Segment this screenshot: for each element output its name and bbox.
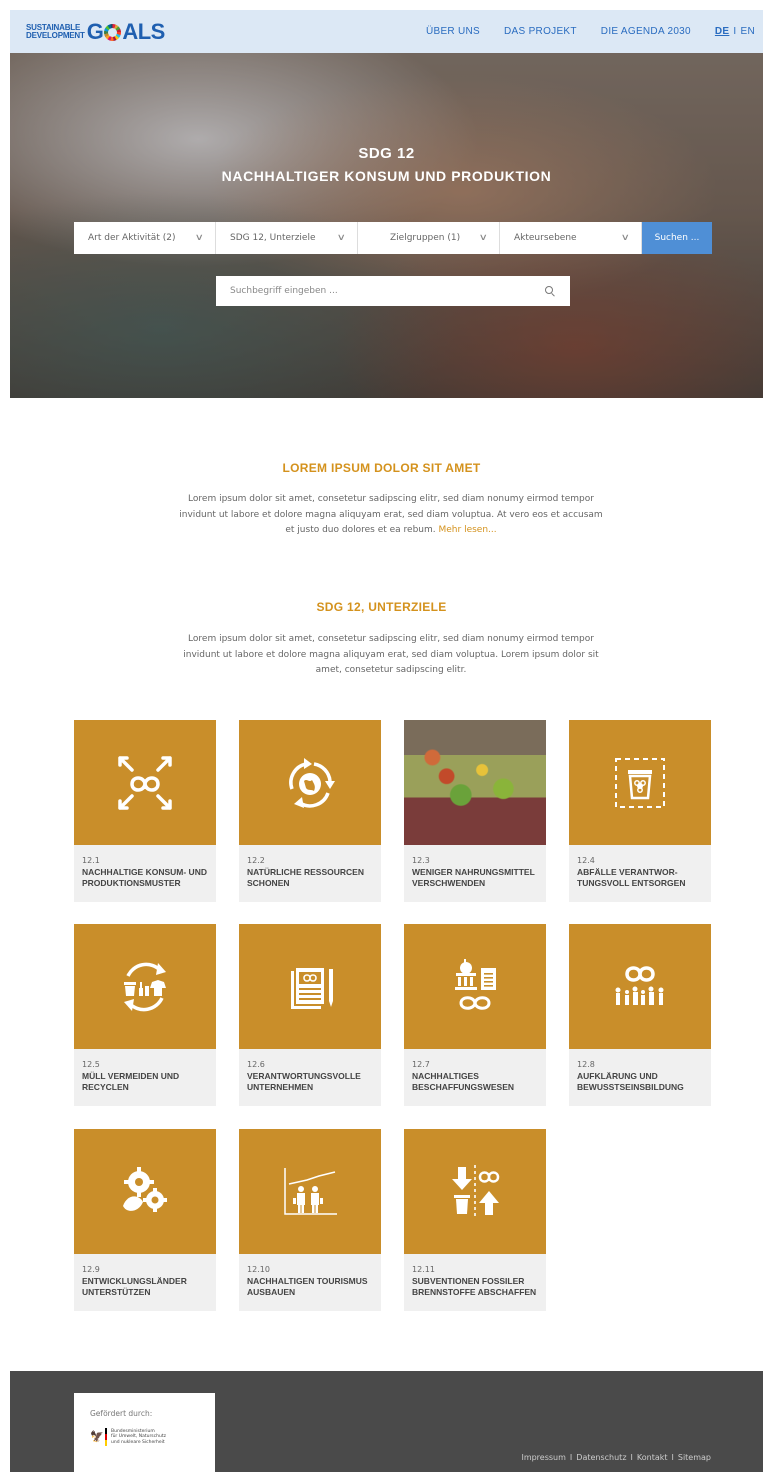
filter-actor-level[interactable]: Akteursebene ∨: [500, 222, 642, 254]
hazard-bin-icon: [569, 720, 711, 845]
datenschutz-link[interactable]: Datenschutz: [576, 1453, 626, 1462]
tourism-chart-icon: [239, 1129, 381, 1254]
chevron-down-icon: ∨: [195, 233, 205, 243]
target-card-12-4[interactable]: 12.4 ABFÄLLE VERANTWOR-TUNGSVOLL ENTSORG…: [569, 720, 711, 902]
sitemap-link[interactable]: Sitemap: [678, 1453, 711, 1462]
filter-activity-type[interactable]: Art der Aktivität (2) ∨: [74, 222, 216, 254]
nav-ueber-uns[interactable]: ÜBER UNS: [426, 26, 480, 37]
footer-links: Impressum I Datenschutz I Kontakt I Site…: [521, 1453, 711, 1462]
filter-sdg-targets[interactable]: SDG 12, Unterziele ∨: [216, 222, 358, 254]
globe-cycle-icon: [239, 720, 381, 845]
chevron-down-icon: ∨: [621, 233, 631, 243]
infinity-arrows-icon: [74, 720, 216, 845]
read-more-link[interactable]: Mehr lesen...: [439, 525, 497, 535]
nav-agenda-2030[interactable]: DIE AGENDA 2030: [601, 26, 691, 37]
intro-title: LOREM IPSUM DOLOR SIT AMET: [282, 461, 481, 475]
search-input[interactable]: [230, 286, 510, 296]
target-card-12-1[interactable]: 12.1 NACHHALTIGE KONSUM- UND PRODUKTIONS…: [74, 720, 216, 902]
intro-text: Lorem ipsum dolor sit amet, consetetur s…: [179, 494, 603, 535]
logo-wordmark-goals: G ALS: [86, 19, 166, 44]
public-procurement-icon: [404, 924, 546, 1049]
target-card-12-10[interactable]: 12.10 NACHHALTIGEN TOURISMUS AUSBAUEN: [239, 1129, 381, 1311]
targets-text: Lorem ipsum dolor sit amet, consetetur s…: [183, 634, 599, 675]
search-box: [216, 276, 570, 306]
filter-bar: Art der Aktivität (2) ∨ SDG 12, Unterziel…: [74, 222, 712, 254]
report-pen-icon: [239, 924, 381, 1049]
lang-de-link[interactable]: DE: [715, 26, 730, 37]
search-button[interactable]: Suchen ...: [642, 222, 712, 254]
german-flag-bar: [105, 1428, 107, 1446]
sdg-logo[interactable]: SUSTAINABLE DEVELOPMENT G ALS: [26, 19, 166, 44]
gears-leaf-icon: [74, 1129, 216, 1254]
chevron-down-icon: ∨: [479, 233, 489, 243]
target-card-12-9[interactable]: 12.9 ENTWICKLUNGSLÄNDER UNTERSTÜTZEN: [74, 1129, 216, 1311]
search-icon[interactable]: [545, 285, 556, 297]
logo-wordmark-small: SUSTAINABLE DEVELOPMENT: [26, 23, 85, 40]
site-footer: Gefördert durch: 🦅 Bundesministerium für…: [10, 1371, 763, 1472]
target-card-12-5[interactable]: 12.5 MÜLL VERMEIDEN UND RECYCLEN: [74, 924, 216, 1106]
sdg-wheel-icon: [104, 23, 122, 41]
food-waste-photo: [404, 720, 546, 845]
ministry-logo[interactable]: 🦅 Bundesministerium für Umwelt, Natursch…: [90, 1428, 215, 1446]
impressum-link[interactable]: Impressum: [521, 1453, 565, 1462]
target-card-12-3[interactable]: 12.3 WENIGER NAHRUNGSMITTEL VERSCHWENDEN: [404, 720, 546, 902]
footer-separator: I: [671, 1453, 674, 1462]
hero-subtitle: NACHHALTIGER KONSUM UND PRODUKTION: [221, 168, 552, 184]
site-header: SUSTAINABLE DEVELOPMENT G ALS ÜBER UNS D…: [10, 10, 763, 53]
hero-heading: SDG 12 NACHHALTIGER KONSUM UND PRODUKTIO…: [10, 145, 763, 184]
nav-das-projekt[interactable]: DAS PROJEKT: [504, 26, 577, 37]
lang-en-link[interactable]: EN: [741, 26, 756, 37]
hero-title: SDG 12: [358, 145, 415, 162]
language-switch: DE I EN: [715, 26, 755, 37]
target-card-12-8[interactable]: 12.8 AUFKLÄRUNG UND BEWUSSTSEINSBILDUNG: [569, 924, 711, 1106]
lang-separator: I: [733, 26, 737, 37]
federal-eagle-icon: 🦅: [90, 1430, 104, 1443]
footer-separator: I: [569, 1453, 573, 1462]
hero-banner: SDG 12 NACHHALTIGER KONSUM UND PRODUKTIO…: [10, 53, 763, 398]
target-card-12-2[interactable]: 12.2 NATÜRLICHE RESSOURCEN SCHONEN: [239, 720, 381, 902]
footer-separator: I: [630, 1453, 633, 1462]
target-card-12-6[interactable]: 12.6 VERANTWORTUNGSVOLLE UNTERNEHMEN: [239, 924, 381, 1106]
target-card-12-7[interactable]: 12.7 NACHHALTIGES BESCHAFFUNGSWESEN: [404, 924, 546, 1106]
funding-box: Gefördert durch: 🦅 Bundesministerium für…: [74, 1393, 215, 1472]
people-infinity-icon: [569, 924, 711, 1049]
kontakt-link[interactable]: Kontakt: [637, 1453, 668, 1462]
chevron-down-icon: ∨: [337, 233, 347, 243]
filter-target-groups[interactable]: Zielgruppen (1) ∨: [358, 222, 500, 254]
targets-title: SDG 12, UNTERZIELE: [316, 600, 447, 614]
recycle-icon: [74, 924, 216, 1049]
target-card-12-11[interactable]: 12.11 SUBVENTIONEN FOSSILER BRENNSTOFFE …: [404, 1129, 546, 1311]
funded-label: Gefördert durch:: [90, 1409, 153, 1418]
main-nav: ÜBER UNS DAS PROJEKT DIE AGENDA 2030 DE …: [402, 26, 755, 37]
subsidy-arrows-icon: [404, 1129, 546, 1254]
